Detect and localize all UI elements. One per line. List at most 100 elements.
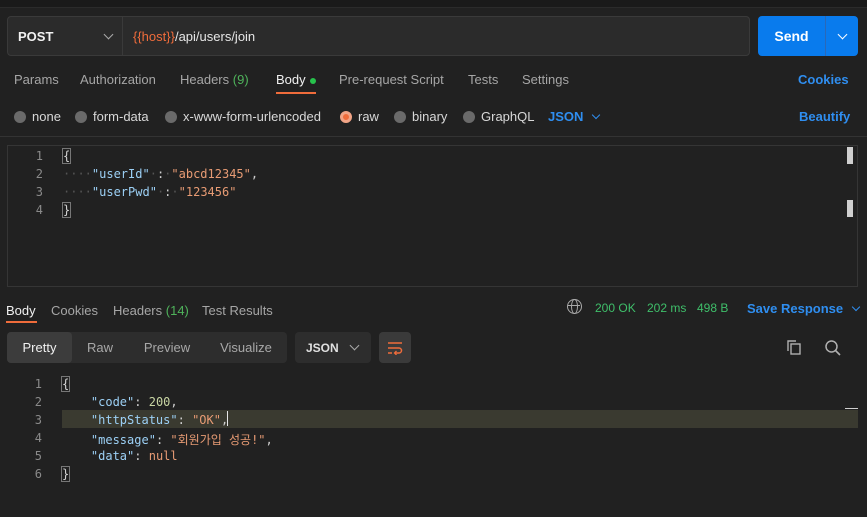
radio-circle-selected [340, 110, 352, 123]
tab-tests[interactable]: Tests [468, 72, 498, 87]
view-visualize-button[interactable]: Visualize [208, 332, 284, 363]
tab-params[interactable]: Params [14, 72, 59, 87]
copy-button[interactable] [785, 339, 805, 359]
wrap-lines-icon [388, 341, 403, 355]
radio-form-data-label: form-data [93, 109, 149, 124]
response-size[interactable]: 498 B [697, 301, 728, 315]
response-tabs: Body Cookies Headers (14) Test Results 2… [0, 297, 867, 325]
chevron-down-icon [103, 29, 114, 39]
code-line: ····"userPwd"·:·"123456" [63, 185, 237, 199]
tab-headers[interactable]: Headers (9) [180, 72, 249, 87]
close-brace: } [61, 202, 72, 218]
code-line: "data": null [90, 449, 178, 463]
json-key: "data" [90, 449, 135, 463]
json-key: "message" [90, 433, 156, 447]
radio-circle [165, 110, 177, 123]
radio-binary[interactable]: binary [394, 109, 447, 124]
radio-raw-label: raw [358, 109, 379, 124]
radio-none[interactable]: none [14, 109, 61, 124]
tab-settings[interactable]: Settings [522, 72, 569, 87]
active-tab-underline [276, 92, 316, 94]
line-number: 5 [34, 449, 42, 463]
response-time[interactable]: 202 ms [647, 301, 686, 315]
radio-circle [75, 110, 87, 123]
chevron-down-icon [851, 302, 861, 311]
view-pretty-button[interactable]: Pretty [7, 332, 72, 363]
radio-circle [14, 110, 26, 123]
wrap-lines-button[interactable] [379, 332, 411, 363]
view-raw-button[interactable]: Raw [75, 332, 125, 363]
send-button[interactable]: Send [758, 16, 858, 56]
radio-circle [394, 110, 406, 123]
radio-graphql[interactable]: GraphQL [463, 109, 534, 124]
response-view-toggle: Pretty Raw Preview Visualize [7, 332, 287, 363]
radio-graphql-label: GraphQL [481, 109, 535, 124]
response-body-viewer[interactable]: 1 2 3 4 5 6 { "code": 200, "httpStatus":… [0, 374, 860, 494]
line-number: 6 [34, 467, 42, 481]
line-number: 1 [34, 377, 42, 391]
method-select[interactable]: POST [8, 17, 123, 55]
request-body-editor[interactable]: 1 2 3 4 { ····"userId"·:·"abcd12345", ··… [7, 145, 858, 287]
code-line: "httpStatus": "OK", [90, 413, 229, 427]
scrollbar-marker [845, 408, 858, 409]
line-number: 4 [35, 203, 43, 217]
send-label: Send [774, 28, 809, 44]
response-headers-count: (14) [165, 303, 189, 318]
json-key: "code" [90, 395, 135, 409]
json-value: null [148, 449, 178, 463]
json-value: "123456" [178, 185, 237, 199]
response-format-select[interactable]: JSON [295, 332, 371, 363]
language-select[interactable]: JSON [548, 109, 601, 124]
scrollbar-thumb[interactable] [847, 200, 853, 217]
request-tabs: Params Authorization Headers (9) Body Pr… [0, 66, 867, 96]
radio-form-data[interactable]: form-data [75, 109, 149, 124]
status-code[interactable]: 200 OK [595, 301, 636, 315]
cookies-link[interactable]: Cookies [798, 72, 849, 87]
tab-pre-request-script[interactable]: Pre-request Script [339, 72, 444, 87]
radio-urlencoded[interactable]: x-www-form-urlencoded [165, 109, 321, 124]
beautify-link[interactable]: Beautify [799, 109, 850, 124]
active-tab-underline [6, 321, 37, 323]
line-number: 4 [34, 431, 42, 445]
line-number: 2 [35, 167, 43, 181]
copy-icon [787, 340, 801, 355]
response-tab-body[interactable]: Body [6, 303, 36, 318]
language-label: JSON [548, 109, 584, 124]
url-path: /api/users/join [174, 28, 256, 44]
json-key: "userPwd" [91, 185, 157, 199]
url-input[interactable]: {{host}}/api/users/join [123, 29, 255, 44]
open-brace: { [60, 376, 71, 392]
search-button[interactable] [824, 339, 844, 359]
response-tab-headers[interactable]: Headers (14) [113, 303, 189, 318]
json-key: "userId" [91, 167, 150, 181]
body-type-row: none form-data x-www-form-urlencoded raw… [0, 106, 867, 128]
response-tab-headers-label: Headers [113, 303, 163, 318]
radio-raw[interactable]: raw [340, 109, 379, 124]
code-line: "message": "회원가입 성공!", [90, 433, 273, 447]
radio-circle [463, 110, 475, 123]
globe-icon[interactable] [567, 299, 582, 314]
save-response-button[interactable]: Save Response [747, 301, 861, 316]
send-options-button[interactable] [825, 16, 858, 56]
response-tab-cookies[interactable]: Cookies [51, 303, 98, 318]
divider [0, 136, 867, 137]
search-icon [825, 340, 841, 356]
tab-body[interactable]: Body [276, 72, 316, 87]
tab-authorization[interactable]: Authorization [80, 72, 156, 87]
scrollbar-thumb[interactable] [847, 147, 853, 164]
request-url-bar: POST {{host}}/api/users/join [7, 16, 750, 56]
radio-urlencoded-label: x-www-form-urlencoded [183, 109, 321, 124]
body-indicator-dot [309, 77, 316, 84]
response-tab-test-results[interactable]: Test Results [202, 303, 273, 318]
method-label: POST [18, 28, 54, 44]
radio-binary-label: binary [412, 109, 448, 124]
json-value: "OK" [192, 413, 221, 427]
chevron-down-icon [349, 340, 360, 351]
json-value: "회원가입 성공!" [170, 433, 266, 447]
json-value: "abcd12345" [171, 167, 251, 181]
chevron-down-icon [592, 110, 601, 119]
view-preview-button[interactable]: Preview [133, 332, 201, 363]
line-number: 1 [35, 149, 43, 163]
tab-headers-label: Headers [180, 72, 230, 87]
line-number: 2 [34, 395, 42, 409]
